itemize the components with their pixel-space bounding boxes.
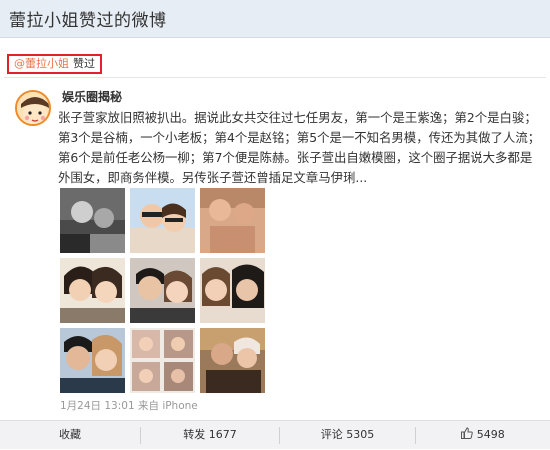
liked-by-tag: @蕾拉小姐 赞过 — [7, 54, 102, 74]
liked-user-link[interactable]: @蕾拉小姐 — [14, 57, 69, 70]
photo-thumb[interactable] — [200, 258, 265, 323]
avatar-cartoon-icon — [17, 92, 49, 124]
photo-thumb[interactable] — [200, 188, 265, 253]
divider — [4, 77, 546, 78]
page-title: 蕾拉小姐赞过的微博 — [9, 11, 167, 31]
thumbs-up-icon — [461, 427, 474, 439]
like-count: 5498 — [476, 428, 505, 441]
photo-thumb[interactable] — [200, 328, 265, 393]
repost-button[interactable]: 转发 1677 — [141, 421, 279, 450]
comment-button[interactable]: 评论 5305 — [280, 421, 415, 450]
photo-thumb[interactable] — [130, 258, 195, 323]
photo-thumb[interactable] — [130, 328, 195, 393]
photo-thumb[interactable] — [130, 188, 195, 253]
like-button[interactable]: 5498 — [416, 421, 550, 450]
post-timestamp: 1月24日 13:01 来自 iPhone — [60, 400, 198, 412]
author-name[interactable]: 娱乐圈揭秘 — [62, 88, 122, 105]
photo-thumb[interactable] — [60, 188, 125, 253]
author-avatar[interactable] — [15, 90, 51, 126]
liked-action-label: 赞过 — [73, 57, 95, 70]
photo-thumb[interactable] — [60, 258, 125, 323]
action-bar: 收藏 转发 1677 评论 5305 5498 — [0, 420, 550, 449]
post-text: 张子萱家放旧照被扒出。据说此女共交往过七任男友，第一个是王紫逸；第2个是白骏；第… — [58, 110, 541, 185]
page-header: 蕾拉小姐赞过的微博 — [0, 0, 550, 38]
collect-button[interactable]: 收藏 — [0, 421, 140, 450]
photo-thumb[interactable] — [60, 328, 125, 393]
